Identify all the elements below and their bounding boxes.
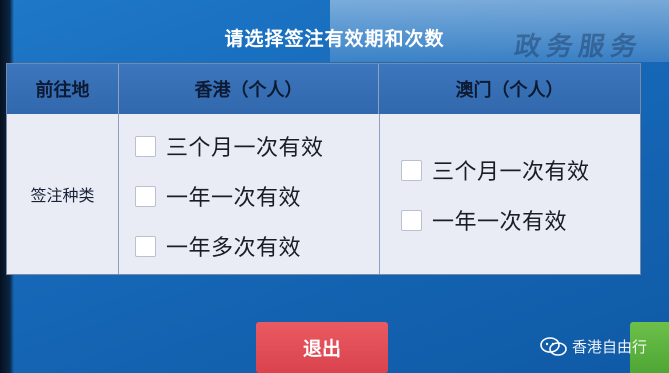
exit-button[interactable]: 退出	[256, 322, 388, 373]
option-label: 三个月一次有效	[166, 136, 324, 161]
option-label: 一年一次有效	[432, 210, 568, 235]
visa-selection-table: 前往地 香港（个人） 澳门（个人） 签注种类 三个月一次有效 一年一次有效 一年…	[6, 63, 641, 275]
watermark-text: 香港自由行	[572, 338, 648, 356]
checkbox[interactable]	[135, 235, 156, 257]
column-header-destination: 前往地	[7, 64, 119, 114]
wechat-icon	[540, 336, 567, 356]
checkbox[interactable]	[135, 185, 156, 207]
option-label: 一年一次有效	[166, 186, 302, 211]
column-header-hongkong: 香港（个人）	[119, 64, 379, 114]
column-divider	[379, 114, 380, 274]
checkbox[interactable]	[401, 209, 422, 231]
hongkong-option-one-year-multiple[interactable]: 一年多次有效	[135, 230, 301, 262]
column-header-macau: 澳门（个人）	[379, 64, 640, 114]
checkbox[interactable]	[135, 135, 156, 157]
option-label: 一年多次有效	[166, 236, 302, 261]
page-title: 请选择签注有效期和次数	[224, 28, 445, 50]
watermark: 香港自由行	[540, 336, 647, 357]
hongkong-option-three-months-single[interactable]: 三个月一次有效	[135, 130, 324, 162]
macau-option-one-year-single[interactable]: 一年一次有效	[401, 204, 567, 236]
checkbox[interactable]	[401, 159, 422, 181]
option-label: 三个月一次有效	[432, 160, 590, 185]
hongkong-option-one-year-single[interactable]: 一年一次有效	[135, 180, 301, 212]
row-label-endorsement-type: 签注种类	[7, 114, 119, 274]
macau-option-three-months-single[interactable]: 三个月一次有效	[401, 154, 590, 186]
